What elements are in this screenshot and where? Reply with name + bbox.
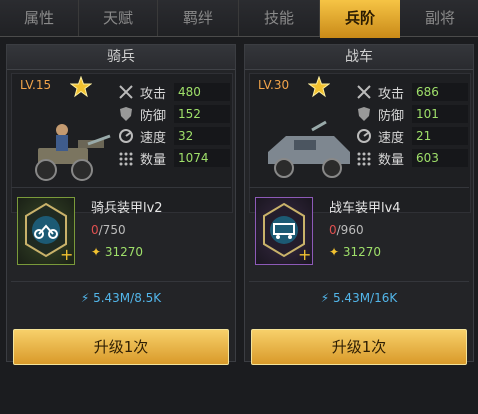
tab-bond[interactable]: 羁绊 [158,0,239,36]
stat-label: 速度 [378,131,405,146]
stat-label: 攻击 [140,87,167,102]
shield-icon [120,107,132,121]
item-current: 0 [91,223,99,237]
stat-label: 数量 [140,153,167,168]
puzzle-icon: ✦ [329,245,343,259]
stat-label: 防御 [378,109,405,124]
item-name: 骑兵装甲lv2 [91,201,163,216]
divider [11,281,231,282]
tab-attributes[interactable]: 属性 [0,0,79,36]
stat-value: 603 [412,149,468,167]
stat-defense: 防御 152 [118,104,230,124]
star-badge-icon [308,76,330,98]
tab-talent[interactable]: 天赋 [79,0,158,36]
speed-icon [119,129,133,143]
puzzle-icon: ✦ [91,245,105,259]
armor-item-slot[interactable]: + [255,197,313,265]
upgrade-cost-line: ⚡ 5.43M/8.5K [7,291,235,305]
star-badge-icon [70,76,92,98]
stat-speed: 速度 21 [356,126,468,146]
armor-item-slot[interactable]: + [17,197,75,265]
tab-troop-rank[interactable]: 兵阶 [320,0,400,38]
troop-dots-icon [357,152,371,166]
motorcycle-icon: + [25,202,73,264]
item-name: 战车装甲lv4 [329,201,401,216]
armored-car-icon [268,120,350,178]
divider [249,187,469,188]
stat-quantity: 数量 603 [356,148,468,168]
stat-label: 防御 [140,109,167,124]
cavalry-vehicle-icon [35,124,111,181]
speed-icon [357,129,371,143]
stat-speed: 速度 32 [118,126,230,146]
stat-value: 686 [412,83,468,101]
stat-label: 速度 [140,131,167,146]
item-current: 0 [329,223,337,237]
svg-text:+: + [60,245,73,264]
shield-icon [358,107,370,121]
crossed-swords-icon [357,85,371,99]
unit-level: LV.30 [258,78,290,92]
item-cost: ✦ 31270 [329,245,381,259]
panel-title: 骑兵 [7,45,235,70]
stat-defense: 防御 101 [356,104,468,124]
divider [11,187,231,188]
item-cost-value: 31270 [342,245,382,259]
item-total: /750 [98,223,126,237]
upgrade-cost-line: ⚡ 5.43M/16K [245,291,473,305]
tab-deputy[interactable]: 副将 [402,0,478,36]
stat-label: 攻击 [378,87,405,102]
stat-value: 1074 [174,149,230,167]
stat-value: 21 [412,127,468,145]
panel-title: 战车 [245,45,473,70]
item-total: /960 [336,223,364,237]
lightning-icon: ⚡ [320,291,333,305]
lightning-icon: ⚡ [80,291,94,305]
divider [249,281,469,282]
item-cost: ✦ 31270 [91,245,143,259]
stat-attack: 攻击 686 [356,82,468,102]
stat-value: 480 [174,83,230,101]
unit-box: LV.30 攻击 686 防御 101 速度 21 数量 603 [249,73,471,213]
upgrade-cost-value: 5.43M/16K [332,291,398,305]
upgrade-once-button[interactable]: 升级1次 [251,329,467,365]
stat-value: 32 [174,127,230,145]
item-count: 0/750 [91,223,126,237]
unit-level: LV.15 [20,78,52,92]
item-cost-value: 31270 [104,245,144,259]
troop-dots-icon [119,152,133,166]
stat-label: 数量 [378,153,405,168]
stat-quantity: 数量 1074 [118,148,230,168]
crossed-swords-icon [119,85,133,99]
upgrade-once-button[interactable]: 升级1次 [13,329,229,365]
truck-icon: + [263,202,311,264]
stat-attack: 攻击 480 [118,82,230,102]
cavalry-panel: 骑兵 LV.15 攻击 480 防御 152 速度 32 数量 1074 + 骑… [6,44,236,365]
tab-bar: 属性 天赋 羁绊 技能 兵阶 副将 [0,0,478,38]
chariot-panel: 战车 LV.30 攻击 686 防御 101 速度 21 数量 603 + 战车… [244,44,474,365]
stat-value: 152 [174,105,230,123]
item-count: 0/960 [329,223,364,237]
tab-skills[interactable]: 技能 [239,0,320,36]
upgrade-cost-value: 5.43M/8.5K [93,291,162,305]
svg-text:+: + [298,245,311,264]
stat-value: 101 [412,105,468,123]
unit-box: LV.15 攻击 480 防御 152 速度 32 数量 1074 [11,73,233,213]
